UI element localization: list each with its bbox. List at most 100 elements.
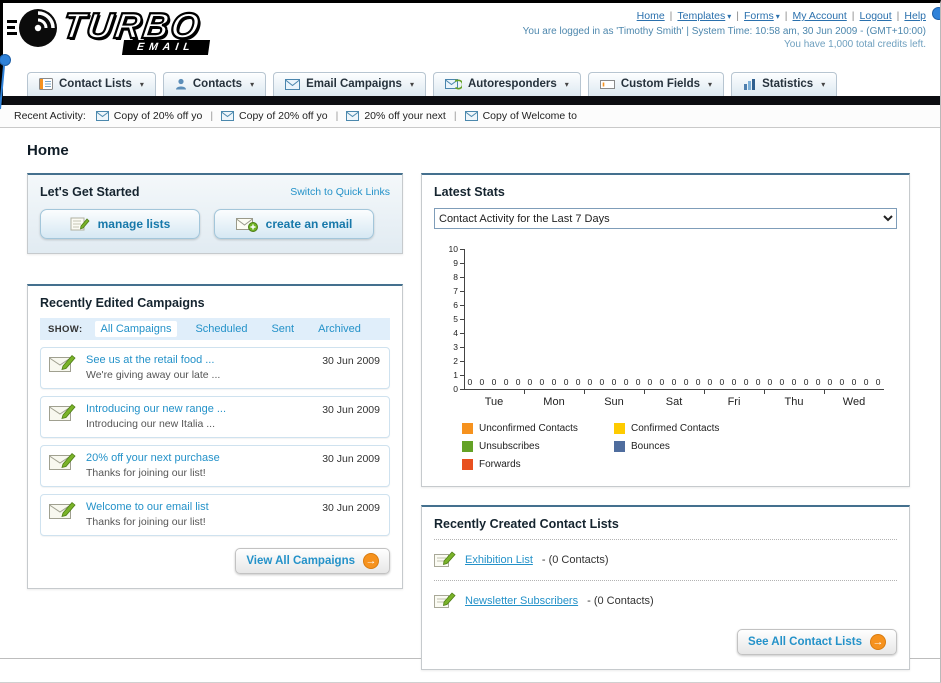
stats-filter-select[interactable]: Contact Activity for the Last 7 Days (434, 208, 897, 229)
campaign-subtitle: Thanks for joining our list! (86, 516, 206, 528)
nav-tab-email-campaigns[interactable]: Email Campaigns ▾ (273, 72, 426, 96)
tab-sent[interactable]: Sent (265, 321, 300, 337)
nav-tab-contacts[interactable]: Contacts ▾ (162, 72, 267, 96)
nav-tab-label: Contacts (192, 78, 243, 90)
nav-tab-custom-fields[interactable]: Custom Fields ▾ (587, 72, 725, 96)
campaign-subtitle: Introducing our new Italia ... (86, 418, 215, 430)
recent-activity-item[interactable]: Copy of 20% off yo (95, 110, 202, 122)
chart-x-tick (704, 390, 705, 394)
campaign-title[interactable]: See us at the retail food ... (86, 354, 220, 367)
campaign-title[interactable]: 20% off your next purchase (86, 452, 220, 465)
pencil-paper-icon (70, 216, 90, 232)
nav-tab-autoresponders[interactable]: Autoresponders ▾ (432, 72, 581, 96)
campaign-row[interactable]: See us at the retail food ... We're givi… (40, 347, 390, 389)
logo-brand: TURBO (59, 4, 205, 47)
chart-x-tick (584, 390, 585, 394)
chart-value-labels: 0 0 0 0 0 (527, 377, 581, 387)
chart-y-axis-label: 2 (453, 356, 458, 366)
campaign-row[interactable]: 20% off your next purchase Thanks for jo… (40, 445, 390, 487)
recent-activity-item[interactable]: Copy of 20% off yo (221, 110, 328, 122)
latest-stats-panel: Latest Stats Contact Activity for the La… (421, 173, 910, 487)
logo-text: TURBO EMAIL (59, 4, 210, 55)
contacts-icon (175, 78, 187, 90)
separator: | (896, 10, 900, 22)
recent-activity-text: 20% off your next (364, 110, 446, 122)
chart-x-axis (464, 389, 884, 390)
view-all-campaigns-button[interactable]: View All Campaigns → (235, 548, 390, 574)
legend-swatch (462, 423, 473, 434)
contact-list-name[interactable]: Exhibition List (465, 554, 533, 566)
campaign-row[interactable]: Introducing our new range ... Introducin… (40, 396, 390, 438)
left-column: Let's Get Started Switch to Quick Links … (27, 173, 403, 589)
envelope-pencil-icon (49, 354, 77, 374)
nav-tab-statistics[interactable]: Statistics ▾ (731, 72, 838, 96)
tab-all-campaigns[interactable]: All Campaigns (94, 321, 178, 337)
chart-x-axis-label: Wed (842, 396, 866, 408)
chart-y-axis (464, 249, 465, 389)
chart-y-axis-label: 7 (453, 286, 458, 296)
campaign-row[interactable]: Welcome to our email list Thanks for joi… (40, 494, 390, 536)
contact-list-item[interactable]: Newsletter Subscribers - (0 Contacts) (434, 589, 897, 613)
chevron-down-icon: ▾ (727, 12, 732, 21)
credits-note: You have 1,000 total credits left. (784, 39, 926, 50)
campaign-title[interactable]: Introducing our new range ... (86, 403, 226, 416)
chart-y-axis-label: 4 (453, 328, 458, 338)
chart-value-labels: 0 0 0 0 0 (647, 377, 701, 387)
create-email-button[interactable]: create an email (214, 209, 374, 239)
contact-list-item[interactable]: Exhibition List - (0 Contacts) (434, 548, 897, 572)
envelope-pencil-icon (49, 501, 77, 521)
chart-x-tick (824, 390, 825, 394)
manage-lists-button[interactable]: manage lists (40, 209, 200, 239)
chevron-down-icon: ▾ (139, 79, 144, 89)
create-email-label: create an email (265, 217, 353, 231)
header-link-home[interactable]: Home (637, 10, 665, 22)
contact-list-count: - (0 Contacts) (587, 595, 654, 607)
tab-archived[interactable]: Archived (312, 321, 367, 337)
campaigns-filter-bar: SHOW: All Campaigns Scheduled Sent Archi… (40, 318, 390, 340)
panel-title: Recently Created Contact Lists (434, 517, 619, 531)
header-link-templates[interactable]: Templates ▾ (677, 10, 731, 22)
stats-chart-plot: 10 9 8 7 6 5 4 3 2 1 0 0 0 0 0 0 Tue 0 0 0 0 0 Mon 0 0 … (434, 243, 897, 415)
separator: | (736, 10, 740, 22)
chevron-down-icon: ▾ (564, 79, 569, 89)
header-link-my-account[interactable]: My Account (793, 10, 847, 22)
recently-edited-campaigns-panel: Recently Edited Campaigns SHOW: All Camp… (27, 284, 403, 589)
arrow-icon: → (870, 634, 886, 650)
chart-x-axis-label: Fri (727, 396, 741, 408)
contact-lists-icon (39, 78, 53, 90)
chart-x-axis-label: Sat (665, 396, 683, 408)
recent-activity-item[interactable]: Copy of Welcome to (464, 110, 577, 122)
chart-y-axis-label: 6 (453, 300, 458, 310)
switch-to-quick-links-link[interactable]: Switch to Quick Links (290, 186, 390, 198)
recent-activity-item[interactable]: 20% off your next (346, 110, 446, 122)
statistics-icon (743, 78, 756, 90)
header-link-forms[interactable]: Forms ▾ (744, 10, 780, 22)
header-link-help[interactable]: Help (904, 10, 926, 22)
campaign-title[interactable]: Welcome to our email list (86, 501, 209, 514)
chart-value-labels: 0 0 0 0 0 (707, 377, 761, 387)
tab-scheduled[interactable]: Scheduled (189, 321, 253, 337)
envelope-plus-icon (235, 216, 258, 232)
see-all-contact-lists-button[interactable]: See All Contact Lists → (737, 629, 897, 655)
app-window: TURBO EMAIL Home | Templates ▾ | Forms ▾ | My Ac… (0, 0, 941, 683)
chevron-down-icon: ▾ (708, 79, 713, 89)
decorative-dot (932, 7, 940, 20)
chart-y-axis-label: 10 (448, 244, 458, 254)
contact-list-name[interactable]: Newsletter Subscribers (465, 595, 578, 607)
nav-tab-contact-lists[interactable]: Contact Lists ▾ (27, 72, 156, 96)
recent-activity-bar: Recent Activity: Copy of 20% off yo | Co… (0, 105, 940, 128)
chart-y-axis-label: 0 (453, 384, 458, 394)
show-label: SHOW: (48, 323, 83, 335)
recently-created-contact-lists-panel: Recently Created Contact Lists Exhibitio… (421, 505, 910, 670)
logo-sub: EMAIL (121, 40, 210, 55)
header-link-logout[interactable]: Logout (860, 10, 892, 22)
get-started-panel: Let's Get Started Switch to Quick Links … (27, 173, 403, 254)
chart-y-axis-label: 8 (453, 272, 458, 282)
chart-x-axis-label: Tue (484, 396, 504, 408)
separator: | (669, 10, 673, 22)
chart-y-axis-label: 5 (453, 314, 458, 324)
envelope-icon (464, 111, 478, 121)
manage-lists-label: manage lists (97, 217, 171, 231)
envelope-pencil-icon (49, 452, 77, 472)
separator: | (453, 110, 457, 122)
